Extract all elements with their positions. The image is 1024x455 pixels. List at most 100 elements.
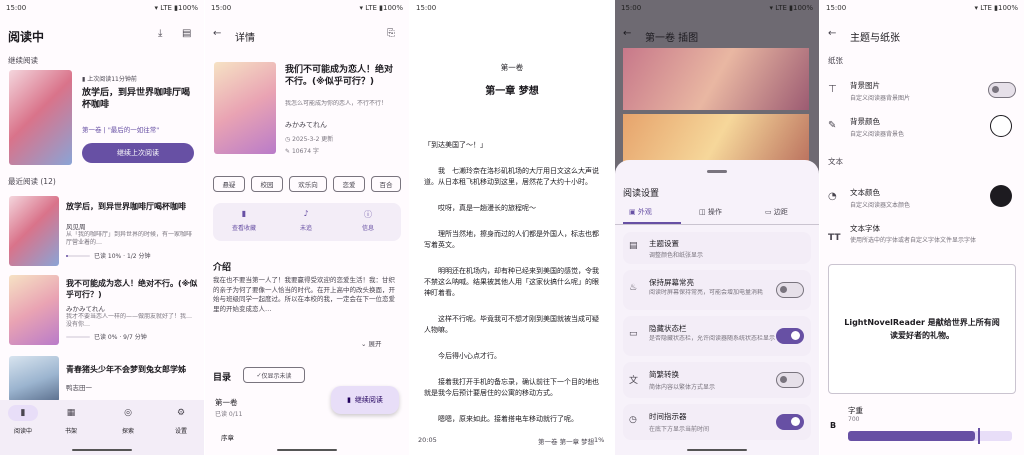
continue-button[interactable]: 继续上次阅读 [82, 143, 194, 163]
alt-title: 我怎么可能成为你的恋人，不行不行！ [285, 100, 388, 107]
expand-button[interactable]: ⌄ 展开 [361, 338, 382, 348]
back-arrow-icon[interactable]: ← [213, 28, 221, 39]
text-color-swatch[interactable] [990, 185, 1012, 207]
bg-color-swatch[interactable] [990, 115, 1012, 137]
action-bar: ▮ 查看收藏 ♪ 未追 ⓘ 信息 [213, 203, 401, 241]
item-author: 鸭志田一 [66, 384, 92, 392]
item-author: みかみてれん [66, 305, 105, 313]
settings-icon[interactable]: ⚙ [166, 408, 196, 418]
nav-item-explore[interactable]: 探索 [109, 426, 147, 435]
volume-progress: 已读 0/11 [215, 411, 243, 418]
volume-title: 第一卷 [500, 63, 524, 72]
gesture-bar [72, 449, 132, 451]
intro-header: 介绍 [213, 263, 232, 273]
tab-appearance[interactable]: ▣ 外观 [629, 207, 652, 217]
keep-screen-on-toggle[interactable] [776, 282, 804, 298]
list-item[interactable]: 我不可能成为恋人！绝对不行。(※似乎可行？) みかみてれん 我才不要当恋人一样的… [0, 272, 204, 348]
back-arrow-icon[interactable]: ← [623, 28, 631, 39]
weight-slider[interactable] [848, 428, 1012, 444]
setting-chinese-convert: 文 简繁转换 简体内容以繁体方式显示 [623, 362, 811, 398]
status-bar: 15:00 ▾ LTE ▮100% [211, 4, 403, 12]
gesture-bar [277, 449, 337, 451]
word-count: ✎ 10674 字 [285, 148, 319, 155]
time-indicator-toggle[interactable] [776, 414, 804, 430]
illustration-image [623, 48, 809, 110]
list-item[interactable]: 青春猪头少年不会梦到兔女郎学姊 鸭志田一 [0, 352, 204, 402]
sheet-title: 阅读设置 [623, 189, 660, 199]
nav-item-settings[interactable]: 设置 [162, 426, 200, 435]
hide-statusbar-toggle[interactable] [776, 328, 804, 344]
section-header: 最近阅读 (12) [8, 177, 56, 186]
action-collect[interactable]: 查看收藏 [219, 223, 269, 232]
settings-sheet: 阅读设置 ▣ 外观 ◫ 操作 ▭ 边距 ▤ 主题设置 调整颜色和纸张显示 ♨ 保… [615, 160, 819, 455]
palette-icon: ◔ [828, 191, 837, 202]
tag-chip[interactable]: 百合 [371, 176, 401, 192]
tag-chip[interactable]: 悬疑 [213, 176, 245, 192]
info-icon: ⓘ [364, 210, 372, 219]
screen-reading: 15:00 ▾ LTE ▮100% 阅读中 ⤓ ▤ 继续阅读 ▮ 上次阅读11分钟… [0, 0, 204, 455]
item-title: 青春猪头少年不会梦到兔女郎学姊 [66, 365, 186, 374]
setting-time-indicator: ◷ 时间指示器 在底下方显示当前时间 [623, 404, 811, 440]
list-item[interactable]: 放学后，到异世界咖啡厅喝杯咖啡 风见周 从「我的咖啡厅」到异世界的时候，有一家咖… [0, 193, 204, 269]
bell-icon: ♪ [303, 209, 309, 218]
paint-roller-icon: ⊤ [828, 84, 837, 95]
tab-margins[interactable]: ▭ 边距 [765, 207, 788, 217]
tag-chip[interactable]: 恋爱 [333, 176, 365, 192]
toc-header: 目录 [213, 373, 232, 383]
text-font-title: 文本字体 [850, 224, 880, 233]
slider-fill [848, 431, 976, 441]
item-title: 我不可能成为恋人！绝对不行。(※似乎可行？) [66, 279, 198, 299]
book-title: 我们不可能成为恋人！绝对不行。(※似乎可行？) [285, 65, 394, 87]
export-icon[interactable]: ⎘ [387, 28, 395, 39]
book-cover [9, 275, 59, 345]
sort-icon[interactable]: ▤ [182, 28, 191, 39]
tab-controls[interactable]: ◫ 操作 [699, 207, 722, 217]
translate-icon: 文 [629, 376, 639, 386]
book-open-icon: ▮ [347, 396, 351, 404]
setting-theme[interactable]: ▤ 主题设置 调整颜色和纸张显示 [623, 232, 811, 264]
text-font-sub[interactable]: 使用所选中的字体或者自定义字体文件显示字体 [850, 236, 1000, 254]
continue-reading-fab[interactable]: ▮ 继续阅读 [331, 386, 399, 414]
bg-color-title: 背景颜色 [850, 117, 880, 126]
explore-icon[interactable]: ◎ [113, 408, 143, 418]
page-title: 详情 [235, 33, 255, 44]
lightbulb-icon: ♨ [629, 283, 638, 293]
unread-filter-chip[interactable]: ✓ 仅显示未读 [243, 367, 305, 383]
bookshelf-icon[interactable]: ▦ [56, 408, 86, 418]
item-title: 放学后，到异世界咖啡厅喝杯咖啡 [66, 202, 186, 211]
text-font-icon: TT [828, 233, 841, 243]
section-paper: 纸张 [828, 56, 843, 65]
status-bar: 15:00 ▾ LTE ▮100% [621, 4, 813, 12]
tag-chip[interactable]: 欢乐向 [289, 176, 327, 192]
chinese-convert-toggle[interactable] [776, 372, 804, 388]
drag-handle[interactable] [707, 170, 727, 173]
tag-chip[interactable]: 校园 [251, 176, 283, 192]
bottom-nav: ▮ 阅读中 ▦ 书架 ◎ 探索 ⚙ 设置 [0, 400, 204, 455]
action-info[interactable]: 信息 [343, 223, 393, 232]
author: みかみてれん [285, 121, 327, 129]
status-bar: 15:00 ▾ LTE ▮100% [826, 4, 1018, 12]
screen-settings-sheet: 15:00 ▾ LTE ▮100% ← 第一卷 插图 阅读设置 ▣ 外观 ◫ 操作… [615, 0, 819, 455]
item-meta: 已读 0% · 9/7 分钟 [94, 334, 147, 341]
bg-image-sub: 自定义阅读器背景图片 [850, 95, 911, 102]
bg-image-toggle[interactable] [988, 82, 1016, 98]
back-arrow-icon[interactable]: ← [828, 28, 836, 39]
nav-item-bookshelf[interactable]: 书架 [52, 426, 90, 435]
screen-reader: 15:00 第一卷 第一章 梦想 「到达美国了～！」 我 七濑玲奈在洛杉矶机场的… [410, 0, 614, 455]
status-bar: 15:00 [416, 4, 437, 12]
text-color-title: 文本颜色 [850, 188, 880, 197]
chapter-item[interactable]: 序章 [221, 432, 234, 442]
item-author: 风见周 [66, 223, 86, 231]
text-color-sub: 自定义阅读器文本颜色 [850, 202, 911, 209]
book-cover[interactable] [9, 70, 72, 165]
book-cover [9, 196, 59, 266]
nav-item-reading[interactable]: 阅读中 [4, 426, 42, 435]
page-title: 阅读中 [8, 30, 45, 44]
slider-thumb[interactable] [978, 428, 981, 444]
action-follow[interactable]: 未追 [281, 223, 331, 232]
item-meta: 已读 10% · 1/2 分钟 [94, 253, 151, 260]
weight-title: 字重 [848, 406, 863, 415]
download-icon[interactable]: ⤓ [158, 28, 162, 39]
book-cover [9, 356, 59, 402]
book-icon[interactable]: ▮ [8, 408, 38, 418]
